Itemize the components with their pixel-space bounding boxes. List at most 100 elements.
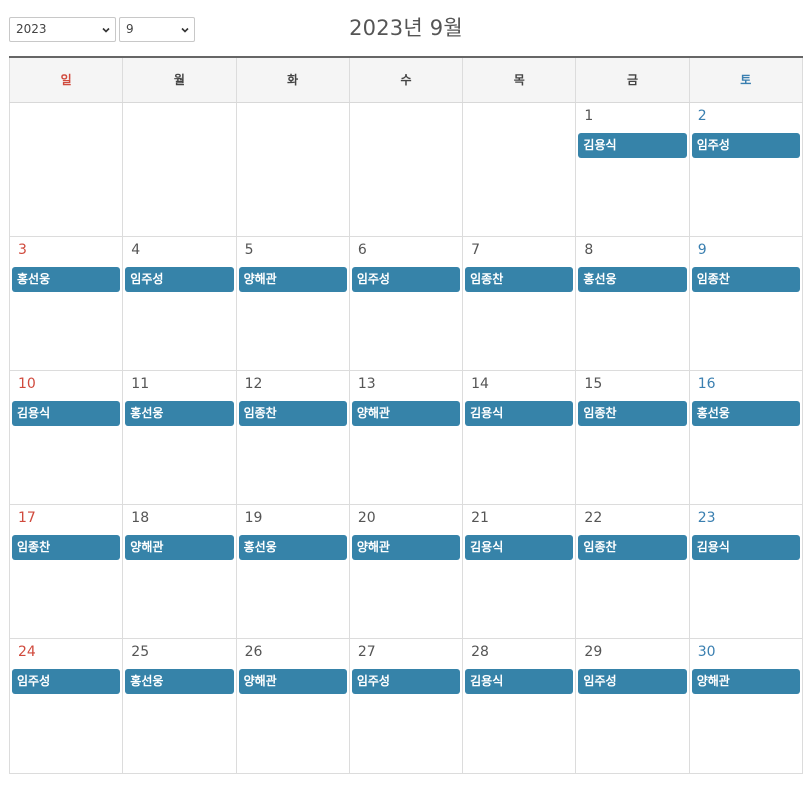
day-cell[interactable]: 28 김용식 [462, 639, 575, 773]
day-cell[interactable]: 10 김용식 [9, 371, 122, 504]
day-cell[interactable]: 12 임종찬 [235, 371, 349, 504]
day-cell[interactable]: 19 홍선웅 [235, 505, 349, 638]
calendar-event[interactable]: 홍선웅 [125, 401, 234, 426]
day-cell[interactable]: 29 임주성 [575, 639, 688, 773]
day-number: 29 [584, 644, 603, 660]
day-number: 9 [697, 242, 707, 258]
calendar-event[interactable]: 김용식 [465, 669, 574, 694]
calendar-grid: 일 월 화 수 목 금 토 1 김용식 2 임주성 3 홍선웅 4 임주성 5 양해관 6 임주성 7 임… [9, 56, 803, 774]
day-number: 23 [697, 510, 716, 526]
day-cell[interactable]: 6 임주성 [348, 237, 462, 370]
calendar-weeks: 1 김용식 2 임주성 3 홍선웅 4 임주성 5 양해관 6 임주성 7 임종찬 8 홍선웅 9 임종찬 10 김용… [9, 103, 803, 774]
calendar-event[interactable]: 임주성 [351, 267, 461, 292]
week-row: 3 홍선웅 4 임주성 5 양해관 6 임주성 7 임종찬 8 홍선웅 9 임종찬 [9, 237, 803, 371]
day-number: 25 [131, 644, 150, 660]
day-cell[interactable]: 3 홍선웅 [9, 237, 122, 370]
day-cell[interactable]: 25 홍선웅 [122, 639, 235, 773]
day-cell[interactable]: 4 임주성 [122, 237, 235, 370]
day-cell[interactable]: 20 양해관 [348, 505, 462, 638]
calendar-event[interactable]: 임종찬 [578, 535, 687, 560]
day-number: 20 [357, 510, 376, 526]
day-cell[interactable]: 18 양해관 [122, 505, 235, 638]
day-number: 13 [357, 376, 376, 392]
day-cell[interactable] [348, 103, 462, 236]
day-cell[interactable] [462, 103, 575, 236]
calendar-event[interactable]: 임종찬 [12, 535, 121, 560]
calendar-event[interactable]: 임종찬 [691, 267, 800, 292]
week-row: 1 김용식 2 임주성 [9, 103, 803, 237]
day-cell[interactable]: 22 임종찬 [575, 505, 688, 638]
day-cell[interactable] [235, 103, 349, 236]
day-cell[interactable]: 30 양해관 [688, 639, 803, 773]
calendar-event[interactable]: 김용식 [12, 401, 121, 426]
week-row: 17 임종찬 18 양해관 19 홍선웅 20 양해관 21 김용식 22 임종찬 23 김용식 [9, 505, 803, 639]
day-number: 7 [471, 242, 481, 258]
calendar-event[interactable]: 임주성 [125, 267, 234, 292]
day-cell[interactable]: 11 홍선웅 [122, 371, 235, 504]
day-cell[interactable]: 17 임종찬 [9, 505, 122, 638]
weekday-label: 금 [575, 58, 688, 102]
day-number: 26 [244, 644, 263, 660]
weekday-label: 토 [688, 58, 803, 102]
calendar-event[interactable]: 임종찬 [578, 401, 687, 426]
calendar-toolbar: 2023 9 2023년 9월 [0, 0, 811, 56]
calendar-event[interactable]: 홍선웅 [578, 267, 687, 292]
month-select[interactable]: 9 [119, 17, 195, 42]
calendar-event[interactable]: 임주성 [691, 133, 800, 158]
day-number: 28 [471, 644, 489, 660]
year-select[interactable]: 2023 [9, 17, 116, 42]
day-cell[interactable]: 8 홍선웅 [575, 237, 688, 370]
day-number: 21 [471, 510, 489, 526]
calendar-event[interactable]: 홍선웅 [691, 401, 800, 426]
day-number: 16 [697, 376, 716, 392]
week-row: 10 김용식 11 홍선웅 12 임종찬 13 양해관 14 김용식 15 임종찬 16 홍선웅 [9, 371, 803, 505]
calendar-event[interactable]: 김용식 [465, 401, 574, 426]
day-cell[interactable]: 9 임종찬 [688, 237, 803, 370]
day-cell[interactable]: 16 홍선웅 [688, 371, 803, 504]
day-cell[interactable]: 5 양해관 [235, 237, 349, 370]
day-cell[interactable]: 15 임종찬 [575, 371, 688, 504]
day-cell[interactable]: 13 양해관 [348, 371, 462, 504]
day-cell[interactable]: 27 임주성 [348, 639, 462, 773]
calendar-event[interactable]: 홍선웅 [12, 267, 121, 292]
calendar-event[interactable]: 홍선웅 [125, 669, 234, 694]
day-number: 11 [131, 376, 150, 392]
day-cell[interactable]: 21 김용식 [462, 505, 575, 638]
day-cell[interactable] [122, 103, 235, 236]
calendar-event[interactable]: 양해관 [238, 669, 347, 694]
day-cell[interactable]: 14 김용식 [462, 371, 575, 504]
calendar-event[interactable]: 양해관 [691, 669, 800, 694]
calendar-title: 2023년 9월 [349, 16, 463, 40]
day-number: 5 [244, 242, 254, 258]
chevron-down-icon [102, 27, 110, 33]
calendar-event[interactable]: 양해관 [351, 535, 461, 560]
day-number: 27 [357, 644, 376, 660]
calendar-event[interactable]: 임주성 [351, 669, 461, 694]
calendar-event[interactable]: 김용식 [578, 133, 687, 158]
day-cell[interactable]: 7 임종찬 [462, 237, 575, 370]
day-cell[interactable]: 2 임주성 [688, 103, 803, 236]
day-number: 24 [18, 644, 36, 660]
day-number: 4 [131, 242, 141, 258]
calendar-event[interactable]: 김용식 [465, 535, 574, 560]
day-number: 14 [471, 376, 489, 392]
chevron-down-icon [181, 27, 189, 33]
calendar-event[interactable]: 임종찬 [465, 267, 574, 292]
calendar-event[interactable]: 임종찬 [238, 401, 347, 426]
calendar-event[interactable]: 양해관 [125, 535, 234, 560]
calendar-event[interactable]: 임주성 [578, 669, 687, 694]
calendar-event[interactable]: 양해관 [238, 267, 347, 292]
calendar-event[interactable]: 양해관 [351, 401, 461, 426]
day-cell[interactable]: 23 김용식 [688, 505, 803, 638]
day-number: 15 [584, 376, 603, 392]
calendar-event[interactable]: 홍선웅 [238, 535, 347, 560]
day-cell[interactable]: 24 임주성 [9, 639, 122, 773]
calendar-event[interactable]: 김용식 [691, 535, 800, 560]
day-cell[interactable]: 26 양해관 [235, 639, 349, 773]
day-cell[interactable] [9, 103, 122, 236]
calendar-event[interactable]: 임주성 [12, 669, 121, 694]
weekday-label: 화 [235, 58, 349, 102]
year-select-value: 2023 [16, 22, 47, 36]
weekday-label: 수 [348, 58, 462, 102]
day-cell[interactable]: 1 김용식 [575, 103, 688, 236]
